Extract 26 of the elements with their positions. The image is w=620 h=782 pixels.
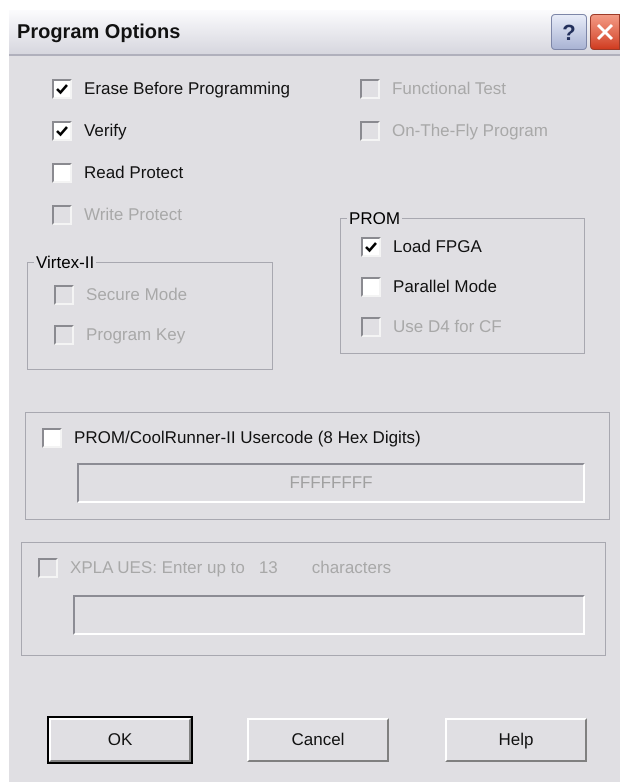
checkmark-icon (55, 82, 69, 96)
checkbox-label[interactable]: PROM/CoolRunner-II Usercode (8 Hex Digits) (74, 425, 421, 451)
checkbox-label[interactable]: Read Protect (84, 160, 184, 186)
checkbox[interactable] (361, 236, 381, 256)
group-title: Virtex-II (35, 252, 96, 274)
character-count: 13 (258, 557, 278, 580)
close-button[interactable] (590, 14, 620, 50)
window-title: Program Options (17, 20, 182, 45)
characters-label: characters (312, 557, 392, 580)
checkbox[interactable] (361, 276, 381, 296)
dialog-button[interactable]: OK (49, 718, 191, 762)
help-button[interactable]: ? (551, 14, 587, 50)
checkbox[interactable] (52, 121, 72, 141)
dialog-button[interactable]: Cancel (247, 718, 389, 762)
close-icon (595, 22, 615, 42)
checkbox-label[interactable]: Erase Before Programming (84, 76, 290, 102)
checkbox[interactable] (52, 79, 72, 99)
checkbox-label[interactable]: Verify (84, 118, 127, 144)
checkbox-label[interactable]: Load FPGA (393, 234, 482, 260)
checkbox[interactable] (52, 163, 72, 183)
checkmark-icon (55, 124, 69, 138)
dialog-button[interactable]: Help (445, 718, 587, 762)
checkmark-icon (364, 240, 378, 254)
checkbox[interactable] (42, 428, 62, 448)
group-title: PROM (348, 208, 401, 230)
checkbox-label[interactable]: Parallel Mode (393, 274, 497, 300)
